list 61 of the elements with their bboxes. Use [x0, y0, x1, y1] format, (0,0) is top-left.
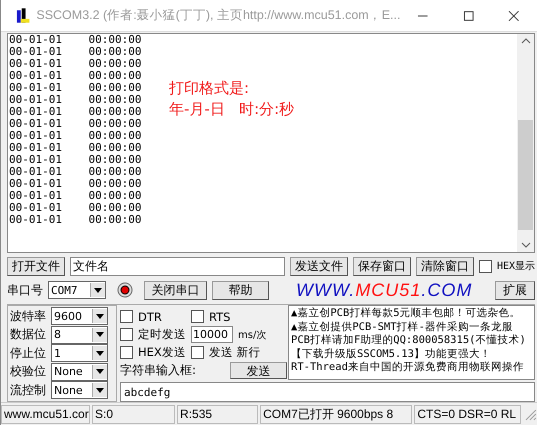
setting-label: 停止位 [10, 344, 47, 362]
send-button[interactable]: 发送 [230, 362, 287, 379]
setting-label: 波特率 [10, 308, 47, 325]
output-line: 00-01-01 00:00:00 [9, 58, 142, 70]
notice-text: 【下载升级版SSCOM5.13】功能更强大！ [291, 348, 492, 361]
output-line: 00-01-01 00:00:00 [9, 202, 142, 214]
notice-text: PCB打样请加F助理的QQ:800058315(不懂技术) [291, 334, 527, 348]
website-logo: WWW.MCU51.COM [296, 280, 472, 300]
output-line: 00-01-01 00:00:00 [9, 190, 142, 202]
status-text: R:535 [177, 404, 258, 424]
notice-text: ▲嘉立创PCB打样每款5元顺丰包邮！可选杂色。 [291, 307, 522, 320]
checkbox-label: DTR [138, 310, 163, 324]
output-line: 00-01-01 00:00:00 [9, 46, 142, 58]
setting-select[interactable]: None [51, 362, 108, 381]
checkbox-label: RTS [209, 310, 230, 324]
help-button[interactable]: 帮助 [212, 280, 269, 300]
status-text: CTS=0 DSR=0 RL [414, 404, 522, 424]
input-label: 字符串输入框: [120, 362, 198, 379]
output-line: 00-01-01 00:00:00 [9, 154, 142, 166]
expand-button[interactable]: 扩展 [495, 280, 535, 300]
file-name-field[interactable]: 文件名 [70, 256, 285, 276]
checkbox-label: 定时发送 [138, 327, 186, 342]
status-text: www.mcu51.cor [1, 404, 90, 424]
status-text: S:0 [92, 404, 176, 424]
output-line: 00-01-01 00:00:00 [9, 166, 142, 178]
note-text: 年-月-日 时:分:秒 [169, 99, 296, 120]
output-line: 00-01-01 00:00:00 [9, 106, 142, 118]
checkbox-label: HEX显示 [496, 260, 535, 273]
setting-select[interactable]: 1 [51, 344, 108, 362]
output-line: 00-01-01 00:00:00 [9, 214, 142, 226]
output-line: 00-01-01 00:00:00 [9, 70, 142, 82]
setting-label: 校验位 [10, 363, 47, 380]
save-window-button[interactable]: 保存窗口 [352, 256, 411, 276]
window-title: SSCOM3.2 (作者:聂小猛(丁丁), 主页http://www.mcu51.com，E... [36, 7, 400, 24]
notice-text: ▲嘉立创提供PCB-SMT打样-器件采购一条龙服 [291, 320, 514, 334]
note-text: 打印格式是: [169, 78, 250, 99]
output-line: 00-01-01 00:00:00 [9, 118, 142, 130]
setting-label: 数据位 [10, 326, 47, 344]
output-line: 00-01-01 00:00:00 [9, 82, 142, 94]
output-line: 00-01-01 00:00:00 [9, 94, 142, 106]
status-text: COM7已打开 9600bps 8 [260, 404, 412, 424]
setting-select[interactable]: 8 [51, 326, 108, 344]
close-port-button[interactable]: 关闭串口 [144, 280, 207, 300]
checkbox-label: 发送 新行 [209, 345, 261, 360]
output-line: 00-01-01 00:00:00 [9, 178, 142, 190]
clear-window-button[interactable]: 清除窗口 [416, 256, 474, 276]
output-line: 00-01-01 00:00:00 [9, 130, 142, 142]
interval-unit: ms/次 [238, 328, 266, 342]
open-file-button[interactable]: 打开文件 [7, 256, 65, 276]
output-line: 00-01-01 00:00:00 [9, 34, 142, 46]
send-file-button[interactable]: 发送文件 [290, 256, 348, 276]
setting-select[interactable]: None [51, 381, 108, 400]
notice-text: RT-Thread来自中国的开源免费商用物联网操作 [291, 361, 525, 374]
port-select[interactable]: COM7 [48, 281, 106, 299]
output-line: 00-01-01 00:00:00 [9, 142, 142, 154]
checkbox-label: HEX发送 [138, 345, 186, 360]
interval-field[interactable]: 10000 [191, 326, 233, 343]
setting-select[interactable]: 9600 [51, 307, 108, 326]
port-label: 串口号 [7, 282, 43, 298]
setting-label: 流控制 [10, 382, 47, 399]
send-input-field[interactable]: abcdefg [120, 382, 535, 402]
